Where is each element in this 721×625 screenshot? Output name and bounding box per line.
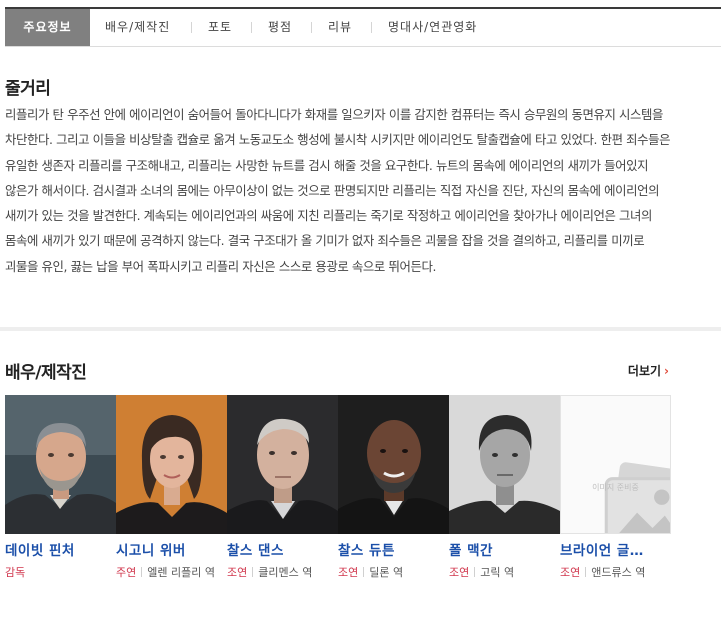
- person-role: 조연 딜론 역: [338, 564, 449, 582]
- person-name[interactable]: 찰스 듀튼: [338, 539, 449, 559]
- portrait-image: [116, 395, 227, 534]
- person-name[interactable]: 데이빗 핀처: [5, 539, 116, 559]
- section-divider: [0, 327, 721, 331]
- tab-rating[interactable]: 평점: [268, 9, 292, 46]
- placeholder-text: 이미지 준비중: [592, 483, 639, 492]
- cast-card: 찰스 듀튼 조연 딜론 역: [338, 395, 449, 582]
- role-character: 클리멘스 역: [258, 566, 313, 579]
- portrait-image: [449, 395, 560, 534]
- synopsis-title: 줄거리: [5, 79, 51, 99]
- person-name[interactable]: 시고니 위버: [116, 539, 227, 559]
- role-type: 조연: [449, 566, 470, 579]
- tab-main-info[interactable]: 주요정보: [5, 9, 90, 46]
- person-role: 조연 클리멘스 역: [227, 564, 338, 582]
- cast-card: 시고니 위버 주연 엘렌 리플리 역: [116, 395, 227, 582]
- person-photo[interactable]: [227, 395, 338, 534]
- portrait-image: [338, 395, 449, 534]
- person-name[interactable]: 찰스 댄스: [227, 539, 338, 559]
- person-role: 감독: [5, 564, 116, 582]
- tab-separator: [311, 22, 312, 33]
- person-name[interactable]: 폴 맥간: [449, 539, 560, 559]
- tab-separator: [251, 22, 252, 33]
- role-separator: [585, 567, 587, 577]
- role-separator: [363, 567, 365, 577]
- tab-quotes-related[interactable]: 명대사/연관영화: [388, 9, 477, 46]
- cast-card: 이미지 준비중 브라이언 글… 조연 앤드류스 역: [560, 395, 671, 582]
- role-character: 딜론 역: [369, 566, 404, 579]
- person-role: 조연 앤드류스 역: [560, 564, 671, 582]
- cast-card: 찰스 댄스 조연 클리멘스 역: [227, 395, 338, 582]
- more-link[interactable]: 더보기 ›: [628, 362, 669, 379]
- more-label: 더보기: [627, 364, 662, 378]
- role-separator: [141, 567, 143, 577]
- person-name[interactable]: 브라이언 글…: [560, 539, 671, 559]
- tab-cast-crew[interactable]: 배우/제작진: [105, 9, 170, 46]
- tab-review[interactable]: 리뷰: [328, 9, 352, 46]
- role-type: 조연: [338, 566, 359, 579]
- person-role: 주연 엘렌 리플리 역: [116, 564, 227, 582]
- tab-bar: 주요정보 배우/제작진 포토 평점 리뷰 명대사/연관영화: [5, 7, 721, 47]
- role-character: 고릭 역: [480, 566, 515, 579]
- role-character: 앤드류스 역: [591, 566, 646, 579]
- tab-separator: [371, 22, 372, 33]
- portrait-image: [227, 395, 338, 534]
- role-type: 주연: [116, 566, 137, 579]
- person-photo[interactable]: [449, 395, 560, 534]
- cast-card: 폴 맥간 조연 고릭 역: [449, 395, 560, 582]
- person-photo[interactable]: [5, 395, 116, 534]
- cast-card: 데이빗 핀처 감독: [5, 395, 116, 582]
- person-photo[interactable]: [116, 395, 227, 534]
- role-separator: [474, 567, 476, 577]
- person-role: 조연 고릭 역: [449, 564, 560, 582]
- cast-section-title: 배우/제작진: [5, 363, 87, 383]
- chevron-right-icon: ›: [664, 364, 669, 378]
- synopsis-text: 리플리가 탄 우주선 안에 에이리언이 숨어들어 돌아다니다가 화재를 일으키자…: [5, 107, 671, 274]
- person-photo[interactable]: [338, 395, 449, 534]
- tab-photo[interactable]: 포토: [208, 9, 232, 46]
- person-photo-placeholder[interactable]: 이미지 준비중: [560, 395, 671, 534]
- role-type: 조연: [560, 566, 581, 579]
- role-character: 엘렌 리플리 역: [147, 566, 215, 579]
- role-type: 감독: [5, 566, 26, 579]
- role-separator: [252, 567, 254, 577]
- tab-separator: [191, 22, 192, 33]
- portrait-image: [5, 395, 116, 534]
- role-type: 조연: [227, 566, 248, 579]
